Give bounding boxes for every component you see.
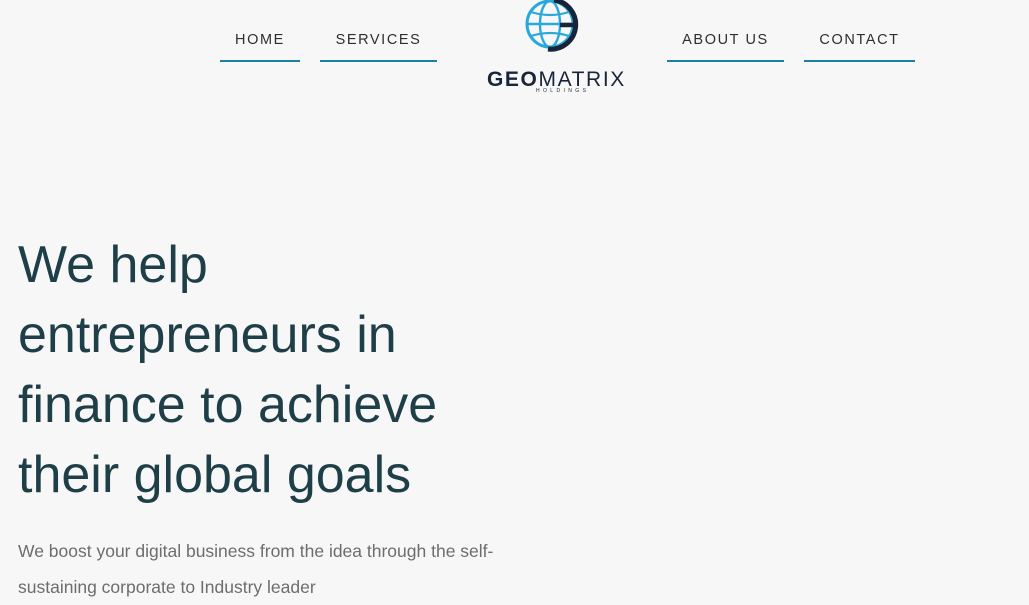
hero-title: We help entrepreneurs in finance to achi…: [18, 236, 438, 504]
logo-subtitle: HOLDINGS: [536, 88, 590, 94]
logo-word-bold: GEO: [487, 68, 539, 91]
nav-about-link[interactable]: ABOUT US: [667, 22, 784, 62]
geomatrix-logo[interactable]: GEOMATRIX HOLDINGS: [480, 0, 625, 98]
hero-subtitle: We boost your digital business from the …: [18, 541, 494, 597]
nav-services-link[interactable]: SERVICES: [320, 22, 437, 62]
nav-home-link[interactable]: HOME: [220, 22, 300, 62]
globe-logo-icon: [525, 0, 579, 52]
nav-contact-link[interactable]: CONTACT: [804, 22, 915, 62]
page: HOME SERVICES ABOUT US CONTACT GEOMATRIX…: [0, 0, 1029, 605]
